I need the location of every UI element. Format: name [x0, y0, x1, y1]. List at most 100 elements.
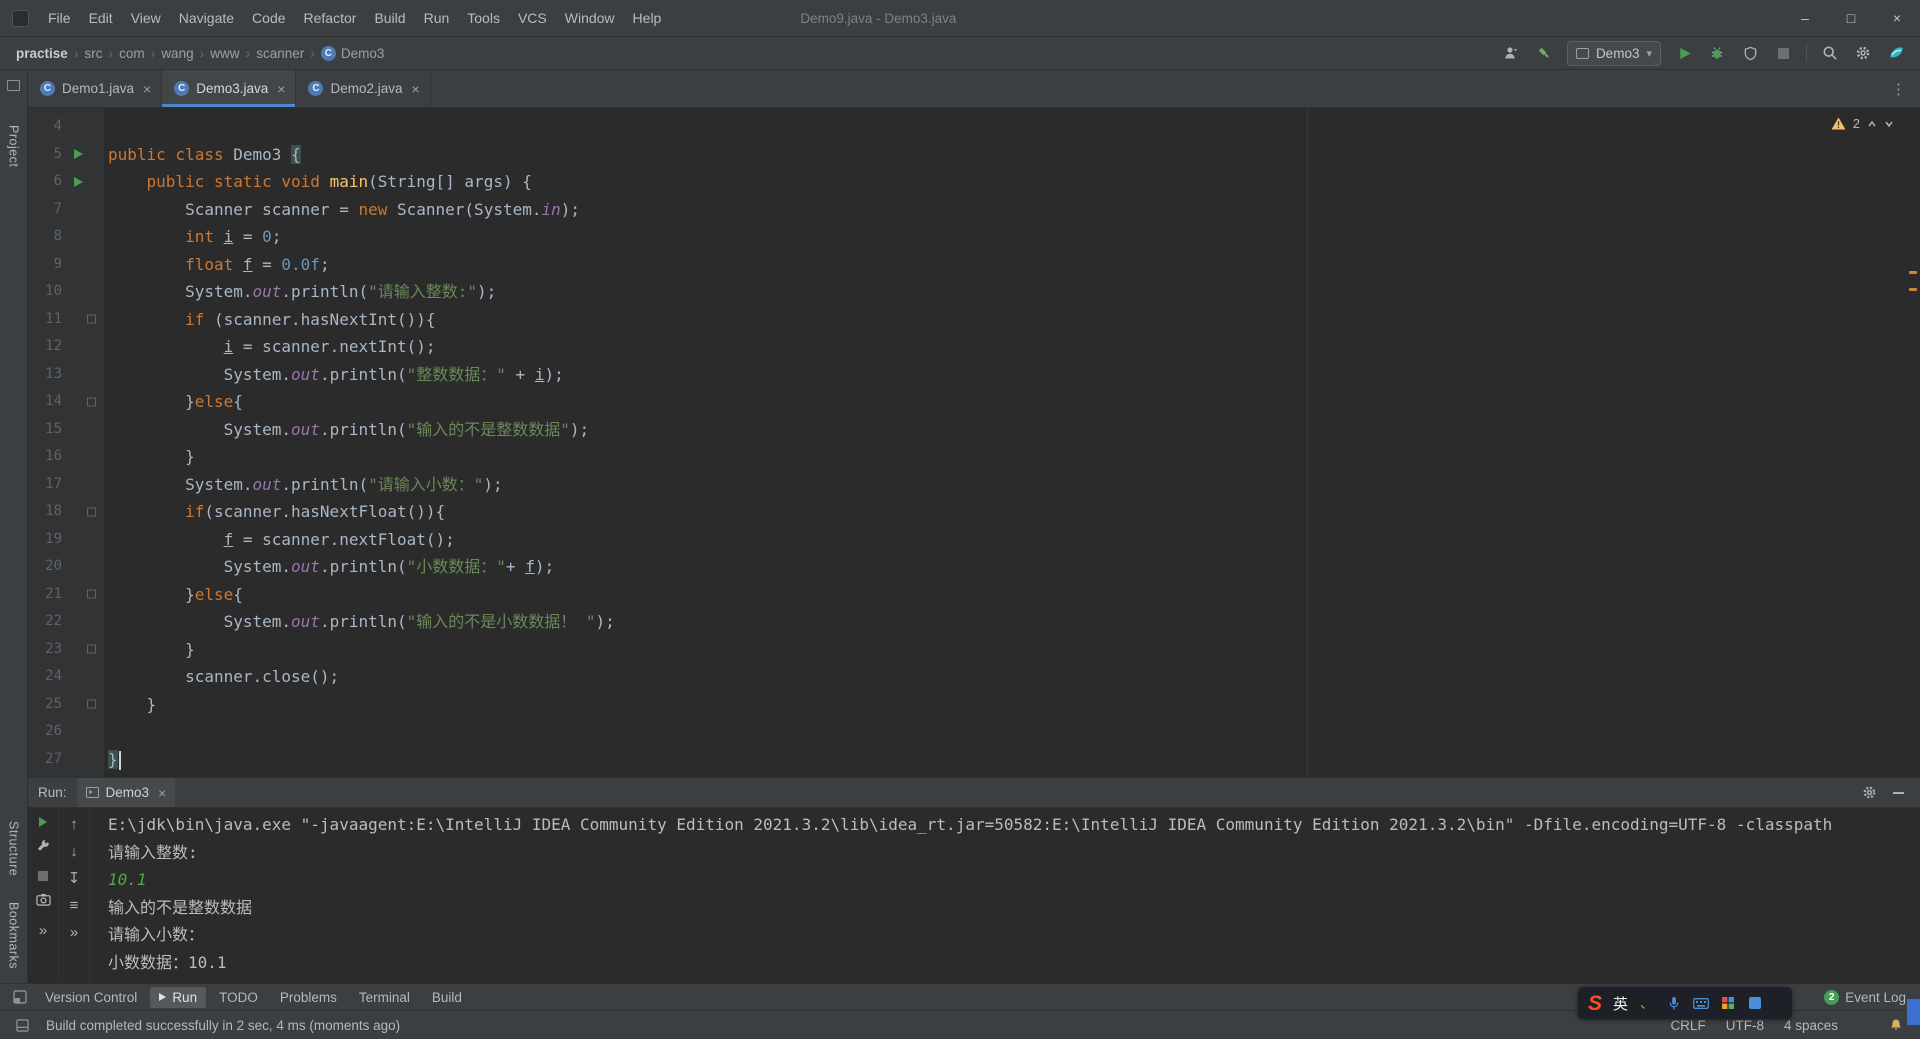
console-settings-gear-icon[interactable] [1859, 783, 1879, 803]
warning-stripe-mark[interactable] [1909, 271, 1917, 274]
menu-build[interactable]: Build [365, 6, 414, 30]
menu-run[interactable]: Run [415, 6, 459, 30]
editor-tab-demo3-java[interactable]: C Demo3.java × [162, 70, 297, 107]
gutter-icons [68, 663, 104, 691]
menu-vcs[interactable]: VCS [509, 6, 556, 30]
down-stack-trace-icon[interactable]: ↓ [70, 844, 78, 859]
toolwindow-button-build[interactable]: Build [423, 987, 471, 1008]
run-console-tab[interactable]: Demo3 × [76, 778, 176, 807]
breadcrumb-item-com[interactable]: com [119, 46, 145, 61]
close-tab-icon[interactable]: × [143, 81, 151, 97]
stop-button[interactable] [1773, 43, 1793, 63]
coverage-button[interactable] [1740, 43, 1760, 63]
run-line-icon[interactable] [74, 149, 83, 160]
stripe-item-structure[interactable]: Structure [7, 821, 21, 876]
menu-window[interactable]: Window [556, 6, 624, 30]
editor-tab-demo1-java[interactable]: C Demo1.java × [28, 70, 163, 107]
menu-edit[interactable]: Edit [80, 6, 122, 30]
close-console-icon[interactable]: × [158, 785, 166, 801]
scroll-to-end-icon[interactable]: ↧ [68, 871, 81, 886]
code-editor[interactable]: 4 5 public class Demo3 {6 public static vo… [28, 108, 1920, 777]
line-number: 27 [45, 750, 62, 767]
tool-window-switcher-icon[interactable] [10, 987, 30, 1007]
debug-button[interactable] [1707, 43, 1727, 63]
fold-marker-icon[interactable] [87, 507, 96, 517]
ime-toolbox-icon[interactable] [1720, 995, 1736, 1011]
toolwindow-button-version-control[interactable]: Version Control [36, 987, 146, 1008]
build-hammer-icon[interactable] [1534, 43, 1554, 63]
notification-bell-icon[interactable] [1886, 1015, 1906, 1035]
thread-dump-icon[interactable] [35, 893, 51, 911]
breadcrumb-item-wang[interactable]: wang [161, 46, 193, 61]
code-text: int i = 0; [185, 227, 282, 246]
editor-line: 7 Scanner scanner = new Scanner(System.i… [28, 196, 1904, 224]
editor-tab-demo2-java[interactable]: C Demo2.java × [296, 70, 431, 107]
status-panel-icon[interactable] [12, 1015, 32, 1035]
run-line-icon[interactable] [74, 176, 83, 187]
ime-keyboard-icon[interactable] [1693, 995, 1709, 1011]
ime-language-mode[interactable]: 英 [1613, 993, 1628, 1014]
ide-feature-icon[interactable] [1886, 43, 1906, 63]
run-button[interactable] [1674, 43, 1694, 63]
up-stack-trace-icon[interactable]: ↑ [70, 817, 78, 832]
rerun-icon[interactable] [39, 817, 47, 827]
status-message[interactable]: Build completed successfully in 2 sec, 4… [46, 1018, 400, 1033]
ime-toolbar[interactable]: S 英 、 [1578, 987, 1792, 1019]
console-output[interactable]: E:\jdk\bin\java.exe "-javaagent:E:\Intel… [90, 808, 1920, 983]
soft-wrap-icon[interactable]: ≡ [70, 898, 79, 913]
minimize-button[interactable]: – [1782, 0, 1828, 36]
maximize-button[interactable]: □ [1828, 0, 1874, 36]
settings-gear-icon[interactable] [1853, 43, 1873, 63]
warning-stripe-mark[interactable] [1909, 288, 1917, 291]
stripe-item-project[interactable]: Project [7, 125, 21, 167]
status-widget-4-spaces[interactable]: 4 spaces [1784, 1018, 1838, 1033]
editor-line: 5 public class Demo3 { [28, 141, 1904, 169]
search-everywhere-icon[interactable] [1820, 43, 1840, 63]
breadcrumb-item-scanner[interactable]: scanner [256, 46, 304, 61]
menu-file[interactable]: File [39, 6, 80, 30]
navigation-bar: practise › src › com › wang › www › scanner › C Demo3… [0, 37, 1920, 70]
status-widget-crlf[interactable]: CRLF [1670, 1018, 1705, 1033]
fold-marker-icon[interactable] [87, 397, 96, 407]
ime-skin-icon[interactable] [1747, 995, 1763, 1011]
fold-marker-icon[interactable] [87, 699, 96, 709]
ime-punctuation-icon[interactable]: 、 [1639, 995, 1655, 1011]
breadcrumb-item-practise[interactable]: practise [16, 46, 68, 61]
profile-icon[interactable] [1501, 43, 1521, 63]
more-console-actions-icon[interactable]: » [70, 925, 78, 940]
menu-view[interactable]: View [122, 6, 170, 30]
breadcrumb-item-www[interactable]: www [210, 46, 239, 61]
status-widget-utf-8[interactable]: UTF-8 [1726, 1018, 1764, 1033]
close-button[interactable]: × [1874, 0, 1920, 36]
inspections-widget[interactable]: 2 [1831, 116, 1894, 131]
breadcrumb-item-demo3[interactable]: Demo3 [341, 46, 385, 61]
menu-refactor[interactable]: Refactor [295, 6, 366, 30]
hide-panel-icon[interactable] [1893, 791, 1904, 794]
close-tab-icon[interactable]: × [277, 81, 285, 97]
fold-marker-icon[interactable] [87, 589, 96, 599]
editor-line: 8 int i = 0; [28, 223, 1904, 251]
fold-marker-icon[interactable] [87, 644, 96, 654]
fold-marker-icon[interactable] [87, 314, 96, 324]
run-configuration-select[interactable]: Demo3 ▾ [1566, 40, 1661, 66]
menu-help[interactable]: Help [624, 6, 671, 30]
toolwindow-button-todo[interactable]: TODO [210, 987, 267, 1008]
next-issue-icon[interactable] [1884, 119, 1894, 129]
toolwindow-button-run[interactable]: Run [150, 986, 207, 1008]
project-tool-icon[interactable] [7, 80, 20, 91]
prev-issue-icon[interactable] [1867, 119, 1877, 129]
stop-process-icon[interactable] [38, 871, 48, 881]
toolwindow-button-terminal[interactable]: Terminal [350, 987, 419, 1008]
close-tab-icon[interactable]: × [412, 81, 420, 97]
toolwindow-button-problems[interactable]: Problems [271, 987, 346, 1008]
event-log-button[interactable]: 2 Event Log [1824, 989, 1910, 1005]
stripe-item-bookmarks[interactable]: Bookmarks [7, 902, 21, 969]
menu-tools[interactable]: Tools [458, 6, 509, 30]
breadcrumb-item-src[interactable]: src [84, 46, 102, 61]
tab-options-icon[interactable]: ⋮ [1877, 70, 1920, 107]
more-actions-icon[interactable]: » [39, 923, 47, 938]
menu-code[interactable]: Code [243, 6, 294, 30]
console-settings-wrench-icon[interactable] [36, 839, 51, 859]
ime-mic-icon[interactable] [1666, 995, 1682, 1011]
menu-navigate[interactable]: Navigate [170, 6, 243, 30]
